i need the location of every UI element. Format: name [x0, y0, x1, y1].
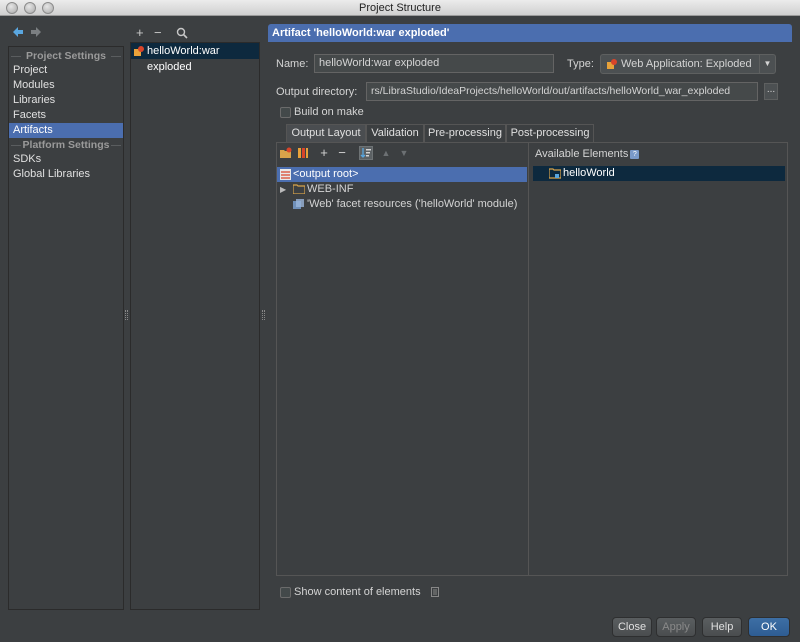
tab-pre-processing[interactable]: Pre-processing [424, 124, 506, 142]
artifact-header: Artifact 'helloWorld:war exploded' [268, 24, 792, 42]
help-button[interactable]: Help [702, 617, 742, 637]
type-select-value: Web Application: Exploded [621, 58, 752, 70]
module-folder-icon [549, 168, 561, 179]
build-on-make-row: Build on make [276, 104, 476, 124]
expand-arrow-icon[interactable]: ▶ [280, 182, 286, 197]
add-copy-icon[interactable]: + [318, 146, 330, 159]
tree-row-web-inf[interactable]: ▶ WEB-INF [277, 182, 527, 197]
back-icon[interactable] [12, 26, 24, 38]
settings-icon[interactable] [431, 587, 439, 597]
name-label: Name: [276, 58, 309, 70]
window-titlebar: Project Structure [0, 0, 800, 16]
artifacts-list: helloWorld:war exploded [130, 42, 260, 610]
move-up-icon[interactable]: ▲ [380, 147, 392, 159]
web-app-icon [607, 59, 617, 69]
mid-splitter-handle[interactable] [262, 310, 265, 320]
type-select[interactable]: Web Application: Exploded ▼ [600, 54, 776, 74]
nav-item-artifacts[interactable]: Artifacts [9, 123, 123, 138]
nav-item-facets[interactable]: Facets [9, 108, 123, 123]
name-input[interactable]: helloWorld:war exploded [314, 54, 554, 73]
output-row: Output directory: rs/LibraStudio/IdeaPro… [276, 82, 788, 102]
artifacts-column: + − helloWorld:war exploded [130, 24, 260, 610]
left-splitter-handle[interactable] [125, 310, 128, 320]
artifacts-toolbar: + − [130, 24, 260, 42]
nav-item-libraries[interactable]: Libraries [9, 93, 123, 108]
available-elements-title: Available Elements? [535, 148, 640, 160]
output-root-icon [280, 169, 291, 180]
layout-toolbar: + − ▲ ▼ [277, 143, 528, 163]
platform-settings-heading: Platform Settings [9, 138, 123, 152]
tree-row-label: 'Web' facet resources ('helloWorld' modu… [307, 198, 518, 210]
sort-icon[interactable] [359, 146, 373, 160]
browse-output-button[interactable]: ... [764, 83, 778, 100]
web-facet-icon [293, 199, 304, 210]
chevron-down-icon: ▼ [759, 55, 775, 73]
window-title: Project Structure [359, 2, 441, 14]
create-archive-icon[interactable] [297, 147, 309, 159]
nav-arrows [8, 24, 124, 44]
show-content-row: Show content of elements [276, 584, 476, 602]
tab-post-processing[interactable]: Post-processing [506, 124, 594, 142]
artifact-item-label: helloWorld:war exploded [147, 45, 220, 73]
remove-artifact-button[interactable]: − [154, 25, 162, 40]
type-label: Type: [567, 58, 594, 70]
forward-icon[interactable] [30, 26, 42, 38]
create-directory-icon[interactable] [280, 147, 292, 159]
tab-validation[interactable]: Validation [366, 124, 424, 142]
tree-row-label: <output root> [293, 168, 359, 180]
minimize-window-icon[interactable] [24, 2, 36, 14]
add-artifact-button[interactable]: + [136, 25, 144, 40]
close-button[interactable]: Close [612, 617, 652, 637]
nav-item-sdks[interactable]: SDKs [9, 152, 123, 167]
move-down-icon[interactable]: ▼ [398, 147, 410, 159]
output-directory-label: Output directory: [276, 86, 358, 98]
available-elements-pane: Available Elements? helloWorld [531, 143, 787, 575]
project-settings-heading: Project Settings [9, 49, 123, 63]
ok-button[interactable]: OK [748, 617, 790, 637]
show-content-checkbox[interactable] [280, 587, 291, 598]
settings-list: Project Settings Project Modules Librari… [8, 46, 124, 610]
artifact-detail: Artifact 'helloWorld:war exploded' Name:… [268, 24, 792, 610]
available-item[interactable]: helloWorld [533, 166, 785, 181]
nav-item-global-libraries[interactable]: Global Libraries [9, 167, 123, 182]
zoom-window-icon[interactable] [42, 2, 54, 14]
search-icon[interactable] [176, 27, 188, 39]
name-row: Name: helloWorld:war exploded Type: Web … [276, 54, 788, 74]
nav-item-project[interactable]: Project [9, 63, 123, 78]
tab-output-layout[interactable]: Output Layout [286, 124, 366, 142]
close-window-icon[interactable] [6, 2, 18, 14]
help-icon[interactable]: ? [630, 150, 640, 159]
nav-item-modules[interactable]: Modules [9, 78, 123, 93]
show-content-label: Show content of elements [294, 586, 421, 598]
settings-nav: Project Settings Project Modules Librari… [8, 24, 124, 610]
artifact-item[interactable]: helloWorld:war exploded [131, 43, 259, 73]
tree-row-label: WEB-INF [307, 183, 354, 195]
build-on-make-label: Build on make [294, 106, 364, 118]
artifact-icon [134, 46, 144, 56]
remove-element-icon[interactable]: − [336, 146, 348, 159]
apply-button[interactable]: Apply [656, 617, 696, 637]
tree-row-web-facet[interactable]: 'Web' facet resources ('helloWorld' modu… [277, 197, 527, 212]
output-layout-panel: + − ▲ ▼ <output root> ▶ WEB-INF 'Web' fa… [276, 142, 788, 576]
folder-icon [293, 184, 305, 194]
tree-row-output-root[interactable]: <output root> [277, 167, 527, 182]
output-directory-input[interactable]: rs/LibraStudio/IdeaProjects/helloWorld/o… [366, 82, 758, 101]
available-item-label: helloWorld [563, 167, 615, 179]
build-on-make-checkbox[interactable] [280, 107, 291, 118]
output-layout-tree-pane: + − ▲ ▼ <output root> ▶ WEB-INF 'Web' fa… [277, 143, 529, 575]
